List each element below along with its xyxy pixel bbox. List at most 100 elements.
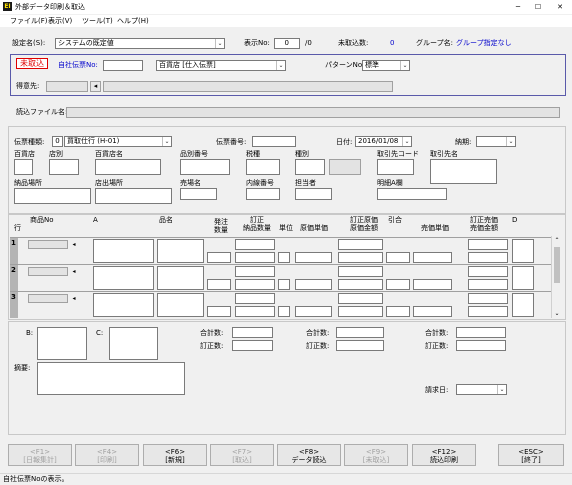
internal-no-input[interactable]: [246, 188, 280, 200]
corr-cost-input[interactable]: [338, 293, 383, 304]
cost-unit-input[interactable]: [295, 252, 332, 263]
sum-input-1[interactable]: [232, 327, 273, 338]
cost-amount-input[interactable]: [338, 252, 383, 263]
dest-code-input[interactable]: [377, 159, 414, 175]
fkey-button-3[interactable]: <F6> [新規]: [143, 444, 207, 466]
delivery-place-input[interactable]: [14, 188, 91, 204]
sales-amount-input[interactable]: [468, 252, 508, 263]
cost-amount-input[interactable]: [338, 306, 383, 317]
sum-input-2[interactable]: [336, 327, 384, 338]
unit-input[interactable]: [278, 306, 290, 317]
pattern-select[interactable]: 標準 ⌄: [362, 60, 410, 71]
kind-input[interactable]: [295, 159, 325, 175]
order-qty-input[interactable]: [207, 306, 231, 317]
dept-store-input[interactable]: [14, 159, 33, 175]
corr-qty-input[interactable]: [235, 252, 275, 263]
discount-input[interactable]: [386, 252, 410, 263]
product-search-button[interactable]: ◂: [70, 294, 78, 303]
memo-input[interactable]: [37, 362, 185, 395]
unit-input[interactable]: [278, 279, 290, 290]
menu-view[interactable]: 表示(V): [48, 17, 72, 26]
store-input[interactable]: [49, 159, 79, 175]
sum-input-3[interactable]: [456, 327, 506, 338]
dept-store-name-input[interactable]: [95, 159, 161, 175]
fkey-button-1[interactable]: <F1> [日報集計]: [8, 444, 72, 466]
order-qty-input[interactable]: [207, 279, 231, 290]
date-picker[interactable]: 2016/01/08 ⌄: [355, 136, 412, 147]
close-button[interactable]: ✕: [548, 0, 572, 14]
store-select[interactable]: 百貨店 [仕入伝票] ⌄: [156, 60, 286, 71]
dest-name-input[interactable]: [430, 159, 497, 184]
a-input[interactable]: [93, 266, 154, 290]
fkey-button-8[interactable]: <ESC> [終了]: [498, 444, 564, 466]
discount-input[interactable]: [386, 279, 410, 290]
kind-extra-input[interactable]: [329, 159, 361, 175]
b-input[interactable]: [37, 327, 87, 360]
cost-unit-input[interactable]: [295, 306, 332, 317]
cost-amount-input[interactable]: [338, 279, 383, 290]
corr-input-1[interactable]: [232, 340, 273, 351]
sales-amount-input[interactable]: [468, 306, 508, 317]
fkey-button-4[interactable]: <F7> [取込]: [210, 444, 274, 466]
delivery-qty-input[interactable]: [235, 239, 275, 250]
sales-unit-input[interactable]: [413, 252, 452, 263]
menu-help[interactable]: ヘルプ(H): [117, 17, 149, 26]
invoice-picker[interactable]: ⌄: [456, 384, 507, 395]
delivery-qty-input[interactable]: [235, 293, 275, 304]
slip-no-input[interactable]: [252, 136, 296, 147]
name-input[interactable]: [157, 239, 204, 263]
sales-name-input[interactable]: [180, 188, 217, 200]
corr-qty-input[interactable]: [235, 279, 275, 290]
a-input[interactable]: [93, 239, 154, 263]
customer-search-button[interactable]: ◂: [90, 81, 101, 92]
corr-qty-input[interactable]: [235, 306, 275, 317]
scroll-up-icon[interactable]: ⌃: [552, 236, 562, 245]
display-no-input[interactable]: 0: [274, 38, 300, 49]
corr-cost-input[interactable]: [338, 239, 383, 250]
fkey-button-2[interactable]: <F4> [印刷]: [75, 444, 139, 466]
sales-amount-input[interactable]: [468, 279, 508, 290]
tax-input[interactable]: [246, 159, 280, 175]
product-no-input[interactable]: [28, 267, 68, 276]
product-search-button[interactable]: ◂: [70, 267, 78, 276]
corr-input-2[interactable]: [336, 340, 384, 351]
name-input[interactable]: [157, 293, 204, 317]
slip-type-select[interactable]: 買取仕行 (H-01) ⌄: [64, 136, 172, 147]
d-input[interactable]: [512, 266, 534, 290]
setting-select[interactable]: システムの既定値 ⌄: [55, 38, 225, 49]
product-search-button[interactable]: ◂: [70, 240, 78, 249]
a-input[interactable]: [93, 293, 154, 317]
shop-place-input[interactable]: [95, 188, 172, 204]
scroll-thumb[interactable]: [554, 247, 560, 283]
cost-unit-input[interactable]: [295, 279, 332, 290]
detail-a-input[interactable]: [377, 188, 447, 200]
d-input[interactable]: [512, 239, 534, 263]
maximize-button[interactable]: ☐: [528, 0, 548, 14]
corr-cost-input[interactable]: [338, 266, 383, 277]
corr-input-3[interactable]: [456, 340, 506, 351]
c-input[interactable]: [109, 327, 158, 360]
own-no-input[interactable]: [103, 60, 143, 71]
order-qty-input[interactable]: [207, 252, 231, 263]
minimize-button[interactable]: ─: [508, 0, 528, 14]
product-no-input[interactable]: [28, 294, 68, 303]
grid-scrollbar[interactable]: ⌃ ⌄: [551, 236, 561, 318]
corr-sales-input[interactable]: [468, 293, 508, 304]
discount-input[interactable]: [386, 306, 410, 317]
slip-type-code[interactable]: 0: [52, 136, 63, 147]
fkey-button-7[interactable]: <F12> 読込印刷: [412, 444, 476, 466]
d-input[interactable]: [512, 293, 534, 317]
product-no-input[interactable]: [28, 240, 68, 249]
fkey-button-5[interactable]: <F8> データ読込: [277, 444, 341, 466]
item-no-input[interactable]: [180, 159, 230, 175]
person-input[interactable]: [295, 188, 332, 200]
fkey-button-6[interactable]: <F9> [未取込]: [344, 444, 408, 466]
name-input[interactable]: [157, 266, 204, 290]
corr-sales-input[interactable]: [468, 239, 508, 250]
sales-unit-input[interactable]: [413, 306, 452, 317]
sales-unit-input[interactable]: [413, 279, 452, 290]
unit-input[interactable]: [278, 252, 290, 263]
corr-sales-input[interactable]: [468, 266, 508, 277]
menu-tools[interactable]: ツール(T): [82, 17, 113, 26]
delivery-picker[interactable]: ⌄: [476, 136, 516, 147]
